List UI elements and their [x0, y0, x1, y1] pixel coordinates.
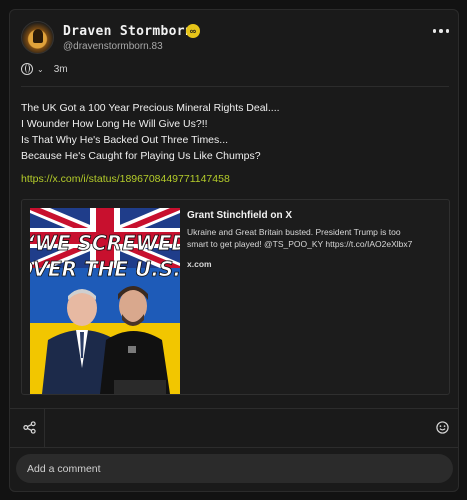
avatar[interactable] — [21, 21, 54, 54]
header-divider — [21, 86, 449, 87]
author-handle[interactable]: @dravenstormborn.83 — [63, 41, 163, 52]
link-preview-title[interactable]: Grant Stinchfield on X — [187, 210, 447, 221]
post-meta: ⌄ 3m — [21, 63, 68, 75]
chevron-down-icon[interactable]: ⌄ — [37, 65, 44, 74]
link-preview-text[interactable]: Grant Stinchfield on X Ukraine and Great… — [187, 210, 447, 269]
share-icon[interactable] — [18, 416, 40, 438]
post-body-line: Because He's Caught for Playing Us Like … — [21, 150, 261, 162]
comment-divider — [10, 447, 458, 448]
verified-badge-icon: ∞ — [186, 24, 200, 38]
svg-text:“WE SCREWED: “WE SCREWED — [30, 231, 180, 255]
emoji-icon[interactable] — [431, 416, 453, 438]
svg-text:OVER THE U.S.”: OVER THE U.S.” — [30, 257, 180, 281]
post-link[interactable]: https://x.com/i/status/18967084497711474… — [21, 173, 230, 185]
post-body: The UK Got a 100 Year Precious Mineral R… — [21, 100, 280, 164]
link-preview-card[interactable]: “WE SCREWED OVER THE U.S.” Grant Stinchf… — [21, 199, 450, 395]
link-preview-image[interactable]: “WE SCREWED OVER THE U.S.” — [30, 208, 180, 394]
link-preview-domain: x.com — [187, 259, 212, 269]
more-options-icon[interactable] — [430, 24, 452, 38]
action-separator — [44, 409, 45, 447]
post-body-line: The UK Got a 100 Year Precious Mineral R… — [21, 102, 280, 114]
comment-input[interactable]: Add a comment — [16, 454, 453, 483]
actions-divider — [10, 408, 458, 409]
author-name[interactable]: Draven Stormborn — [63, 24, 193, 39]
post-body-line: Is That Why He's Backed Out Three Times.… — [21, 134, 229, 146]
link-preview-description: Ukraine and Great Britain busted. Presid… — [187, 227, 413, 249]
post-body-line: I Wounder How Long He Will Give Us?!! — [21, 118, 208, 130]
post-card: Draven Stormborn ∞ @dravenstormborn.83 ⌄… — [9, 9, 459, 492]
globe-icon[interactable] — [21, 63, 33, 75]
post-time[interactable]: 3m — [54, 64, 68, 75]
